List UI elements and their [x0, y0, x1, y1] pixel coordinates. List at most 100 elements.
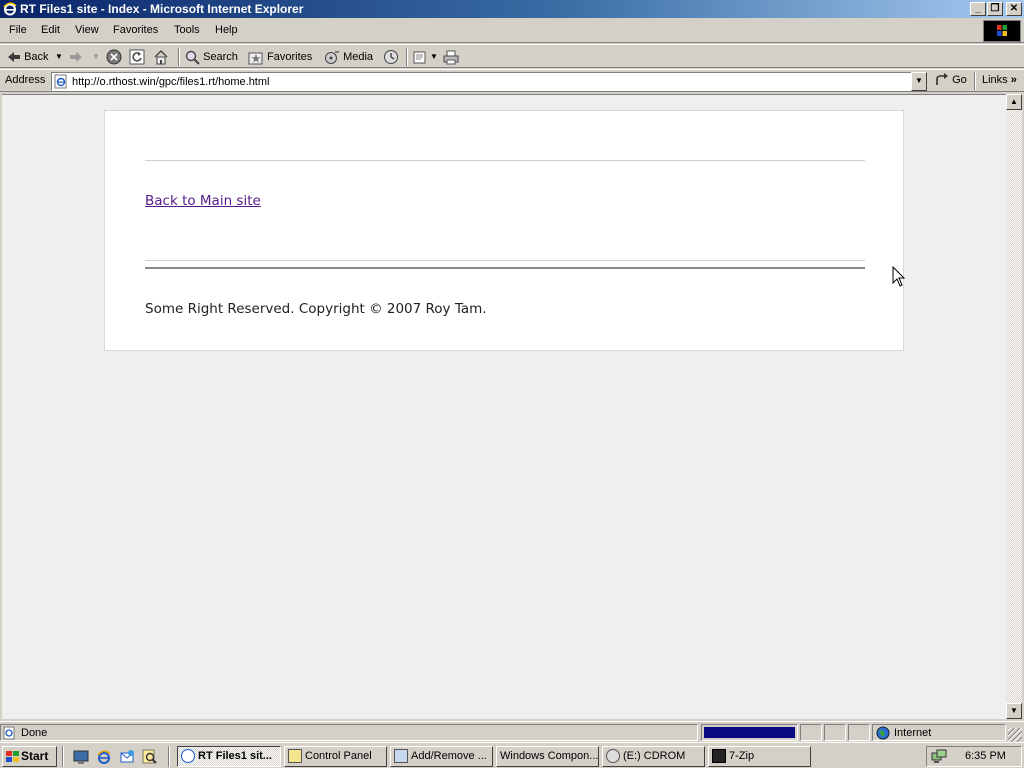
menu-bar: File Edit View Favorites Tools Help — [0, 19, 1024, 43]
home-button[interactable] — [153, 48, 169, 66]
ie-page-icon — [181, 749, 195, 764]
zone-cell[interactable]: Internet — [872, 724, 1006, 741]
taskbar-separator — [168, 746, 170, 767]
favorites-icon — [248, 52, 263, 65]
taskbar-button-add-remove[interactable]: Add/Remove ... — [390, 746, 493, 767]
zone-text: Internet — [894, 727, 932, 739]
page-viewport[interactable]: Back to Main site Some Right Reserved. C… — [2, 94, 1006, 719]
mail-button[interactable] — [413, 48, 429, 66]
title-bar[interactable]: RT Files1 site - Index - Microsoft Inter… — [0, 0, 1024, 18]
show-desktop-button[interactable] — [73, 749, 89, 768]
internet-explorer-icon — [97, 750, 111, 764]
close-button[interactable]: ✕ — [1006, 2, 1022, 16]
windows-logo-throbber — [983, 20, 1021, 42]
menu-favorites[interactable]: Favorites — [113, 24, 158, 38]
back-button[interactable]: Back — [7, 48, 49, 66]
media-label: Media — [343, 51, 374, 63]
taskbar: Start RT Files1 sit... Control Panel Add… — [0, 742, 1024, 768]
forward-arrow-icon — [70, 52, 82, 63]
menu-edit[interactable]: Edit — [41, 24, 60, 38]
forward-button[interactable] — [69, 48, 83, 66]
menu-file[interactable]: File — [9, 24, 27, 38]
control-panel-icon — [288, 749, 302, 764]
minimize-button[interactable]: _ — [970, 2, 986, 16]
progress-fill — [704, 727, 795, 738]
footer-rule — [145, 267, 865, 269]
search-icon — [185, 50, 200, 65]
task-label: 7-Zip — [729, 750, 755, 762]
taskbar-separator — [62, 746, 64, 767]
menu-help[interactable]: Help — [215, 24, 238, 38]
outlook-express-icon — [120, 750, 134, 763]
address-input[interactable] — [72, 74, 912, 89]
quicklaunch-search-button[interactable] — [142, 749, 158, 768]
media-icon — [325, 50, 339, 64]
clock[interactable]: 6:35 PM — [965, 750, 1006, 762]
task-label: Windows Compon... — [500, 750, 599, 762]
start-button[interactable]: Start — [2, 746, 57, 767]
window-title: RT Files1 site - Index - Microsoft Inter… — [20, 2, 304, 16]
back-dropdown-icon[interactable]: ▼ — [55, 48, 63, 66]
scroll-up-icon[interactable]: ▲ — [1006, 94, 1022, 110]
search-button[interactable]: Search — [185, 48, 238, 66]
toolbar-separator — [178, 48, 180, 66]
page-done-icon — [3, 726, 15, 740]
chevron-right-icon: » — [1010, 74, 1017, 86]
favorites-label: Favorites — [267, 51, 313, 63]
status-text: Done — [21, 727, 48, 739]
back-arrow-icon — [8, 52, 20, 63]
address-field[interactable] — [51, 72, 927, 91]
print-button[interactable] — [443, 48, 459, 66]
go-button[interactable]: Go — [935, 73, 967, 87]
favorites-button[interactable]: Favorites — [248, 48, 312, 66]
page-icon — [54, 74, 67, 89]
menu-tools[interactable]: Tools — [174, 24, 200, 38]
back-to-main-site-link[interactable]: Back to Main site — [145, 193, 261, 209]
address-dropdown-icon[interactable]: ▼ — [911, 72, 927, 91]
taskbar-button-cdrom[interactable]: (E:) CDROM — [602, 746, 705, 767]
resize-grip-icon[interactable] — [1008, 728, 1022, 742]
quicklaunch-outlook-button[interactable] — [119, 749, 135, 768]
mail-dropdown-icon[interactable]: ▼ — [430, 48, 438, 66]
mail-icon — [413, 51, 426, 64]
refresh-button[interactable] — [129, 48, 145, 66]
taskbar-button-7zip[interactable]: 7-Zip — [708, 746, 811, 767]
stop-button[interactable] — [106, 48, 122, 66]
links-button[interactable]: Links » — [982, 74, 1017, 86]
status-cell — [800, 724, 822, 741]
quicklaunch-ie-button[interactable] — [96, 749, 112, 768]
page-container: Back to Main site Some Right Reserved. C… — [104, 110, 904, 351]
windows-flag-icon — [997, 25, 1007, 36]
status-bar: Done Internet — [0, 721, 1024, 742]
mouse-cursor-icon — [892, 266, 906, 287]
go-arrow-icon — [936, 73, 948, 85]
windows-flag-icon — [6, 750, 19, 762]
standard-toolbar: Back ▼ ▼ Search Favorites Media ▼ — [0, 44, 1024, 68]
restore-button[interactable]: ❐ — [987, 2, 1003, 16]
history-button[interactable] — [383, 48, 399, 66]
task-label: RT Files1 sit... — [198, 750, 272, 762]
taskbar-button-rt-files1[interactable]: RT Files1 sit... — [177, 746, 281, 767]
start-label: Start — [21, 749, 49, 763]
address-separator — [974, 72, 976, 90]
task-label: Add/Remove ... — [411, 750, 487, 762]
taskbar-button-control-panel[interactable]: Control Panel — [284, 746, 387, 767]
vertical-scrollbar[interactable]: ▲ ▼ — [1006, 94, 1022, 719]
menu-view[interactable]: View — [75, 24, 99, 38]
horizontal-rule — [145, 260, 865, 261]
internet-globe-icon — [876, 726, 890, 740]
task-label: Control Panel — [305, 750, 372, 762]
add-remove-programs-icon — [394, 749, 408, 764]
progress-bar — [701, 724, 798, 741]
system-tray: 6:35 PM — [926, 746, 1022, 767]
scroll-down-icon[interactable]: ▼ — [1006, 703, 1022, 719]
cdrom-icon — [606, 749, 620, 764]
media-button[interactable]: Media — [324, 48, 373, 66]
go-label: Go — [952, 73, 967, 86]
links-label: Links — [982, 74, 1008, 86]
taskbar-button-windows-components[interactable]: Windows Compon... — [496, 746, 599, 767]
horizontal-rule — [145, 160, 865, 161]
network-icon[interactable] — [931, 749, 947, 765]
forward-dropdown-icon[interactable]: ▼ — [92, 48, 100, 66]
status-text-cell: Done — [0, 724, 698, 741]
